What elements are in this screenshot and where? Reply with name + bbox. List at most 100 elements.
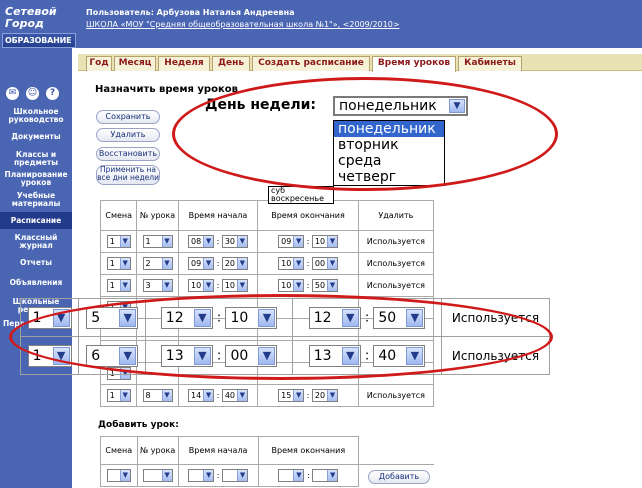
chevron-down-icon[interactable]: ▼ [236,390,247,401]
help-icon[interactable]: ? [46,87,59,100]
shift-select[interactable]: 1▼ [106,279,131,292]
sidebar-item-planning[interactable]: Планирование уроков [0,171,72,187]
start-min-select[interactable]: 40 ▼ [221,389,248,402]
chevron-down-icon[interactable]: ▼ [293,390,304,401]
end-min-select-value: 10 [314,237,326,246]
shift-select-value: 1 [109,281,115,290]
chevron-down-icon[interactable]: ▼ [203,280,214,291]
restore-button[interactable]: Восстановить [96,147,160,161]
start-hour-select[interactable]: 10 ▼ [188,279,215,292]
chevron-down-icon[interactable]: ▼ [203,258,214,269]
end-min-select[interactable]: 20 ▼ [311,389,338,402]
chevron-down-icon[interactable]: ▼ [326,390,337,401]
chevron-down-icon[interactable]: ▼ [161,470,172,481]
chevron-down-icon[interactable]: ▼ [236,258,247,269]
chevron-down-icon[interactable]: ▼ [119,470,130,481]
end-hour-select[interactable]: 09 ▼ [278,235,305,248]
chevron-down-icon[interactable]: ▼ [161,236,172,247]
end-min-select[interactable]: 00 ▼ [311,257,338,270]
logo[interactable]: Сетевой Город ОБРАЗОВАНИЕ [2,6,78,56]
sidebar-item-classes[interactable]: Классы и предметы [0,151,72,167]
chevron-down-icon[interactable]: ▼ [203,390,214,401]
add-shift-select[interactable]: ▼ [106,469,131,482]
start-hour-select[interactable]: 08 ▼ [188,235,215,248]
tab-month[interactable]: Месяц [114,56,156,71]
chevron-down-icon[interactable]: ▼ [326,280,337,291]
end-min-select[interactable]: 10 ▼ [311,235,338,248]
chevron-down-icon[interactable]: ▼ [203,236,214,247]
start-min-select[interactable]: 10 ▼ [221,279,248,292]
sidebar-item-documents[interactable]: Документы [0,133,72,141]
sidebar-item-journal[interactable]: Классный журнал [0,234,72,250]
apply-all-days-button[interactable]: Применить на все дни недели [96,165,160,185]
start-hour-select[interactable]: 09 ▼ [188,257,215,270]
start-hour-select-value: 09 [191,259,202,268]
chevron-down-icon[interactable]: ▼ [236,280,247,291]
shift-select[interactable]: 1▼ [106,257,131,270]
chevron-down-icon[interactable]: ▼ [161,280,172,291]
add-num-cell: ▼ [136,464,179,487]
shift-select[interactable]: 1▼ [106,389,131,402]
school-link[interactable]: ШКОЛА «МОУ "Средняя общеобразовательная … [86,20,400,29]
tab-year[interactable]: Год [86,56,112,71]
add-end-hour[interactable]: ▼ [278,469,305,482]
lesson-num-select[interactable]: 2 ▼ [142,257,173,270]
end-min-select[interactable]: 50 ▼ [311,279,338,292]
school-info[interactable]: ШКОЛА «МОУ "Средняя общеобразовательная … [86,20,400,29]
start-min-select[interactable]: 30 ▼ [221,235,248,248]
mail-icon[interactable]: ✉ [6,87,19,100]
lesson-num-select[interactable]: 8 ▼ [142,389,173,402]
chevron-down-icon[interactable]: ▼ [119,390,130,401]
start-min-select[interactable]: 20 ▼ [221,257,248,270]
add-start-min[interactable]: ▼ [222,469,249,482]
chevron-down-icon[interactable]: ▼ [293,280,304,291]
add-lesson-button[interactable]: Добавить [368,470,430,484]
add-end-min[interactable]: ▼ [312,469,339,482]
tab-day[interactable]: День [212,56,250,71]
start-min-select-value: 20 [224,259,236,268]
col-end: Время окончания [257,200,359,231]
chevron-down-icon[interactable]: ▼ [327,470,338,481]
end-hour-select[interactable]: 15 ▼ [278,389,305,402]
save-button[interactable]: Сохранить [96,110,160,124]
end-min-select-value: 20 [314,391,326,400]
chevron-down-icon[interactable]: ▼ [161,390,172,401]
chevron-down-icon[interactable]: ▼ [326,258,337,269]
shift-select[interactable]: 1▼ [106,235,131,248]
tab-create-schedule[interactable]: Создать расписание [252,56,370,71]
add-num-select[interactable]: ▼ [142,469,173,482]
chevron-down-icon[interactable]: ▼ [293,470,304,481]
shift-select-value: 1 [109,237,115,246]
end-hour-select-value: 15 [281,391,292,400]
tab-week[interactable]: Неделя [158,56,210,71]
users-icon[interactable]: ☺ [26,87,39,100]
tab-rooms[interactable]: Кабинеты [458,56,522,71]
chevron-down-icon[interactable]: ▼ [119,236,130,247]
lesson-num-select[interactable]: 3 ▼ [142,279,173,292]
sidebar-item-reports[interactable]: Отчеты [0,259,72,267]
sidebar-item-school-management[interactable]: Школьное руководство [0,108,72,124]
delete-button[interactable]: Удалить [96,128,160,142]
start-hour-select-value: 14 [191,391,202,400]
end-hour-select[interactable]: 10 ▼ [278,279,305,292]
chevron-down-icon[interactable]: ▼ [326,236,337,247]
sidebar-item-materials[interactable]: Учебные материалы [0,192,72,208]
chevron-down-icon[interactable]: ▼ [203,470,214,481]
end-hour-select[interactable]: 10 ▼ [278,257,305,270]
start-min-select-value: 40 [224,391,236,400]
tab-lesson-times[interactable]: Время уроков [372,56,456,72]
lesson-num-select[interactable]: 1 ▼ [142,235,173,248]
option-sunday-small[interactable]: воскресенье [271,195,333,203]
chevron-down-icon[interactable]: ▼ [293,258,304,269]
sidebar-item-schedule[interactable]: Расписание [0,212,72,229]
chevron-down-icon[interactable]: ▼ [236,236,247,247]
chevron-down-icon[interactable]: ▼ [237,470,248,481]
sidebar-item-announcements[interactable]: Объявления [0,279,72,287]
sidebar: ✉ ☺ ? Школьное руководство Документы Кла… [0,48,72,488]
chevron-down-icon[interactable]: ▼ [161,258,172,269]
chevron-down-icon[interactable]: ▼ [119,280,130,291]
add-start-hour[interactable]: ▼ [188,469,215,482]
start-hour-select[interactable]: 14 ▼ [188,389,215,402]
chevron-down-icon[interactable]: ▼ [119,258,130,269]
chevron-down-icon[interactable]: ▼ [293,236,304,247]
